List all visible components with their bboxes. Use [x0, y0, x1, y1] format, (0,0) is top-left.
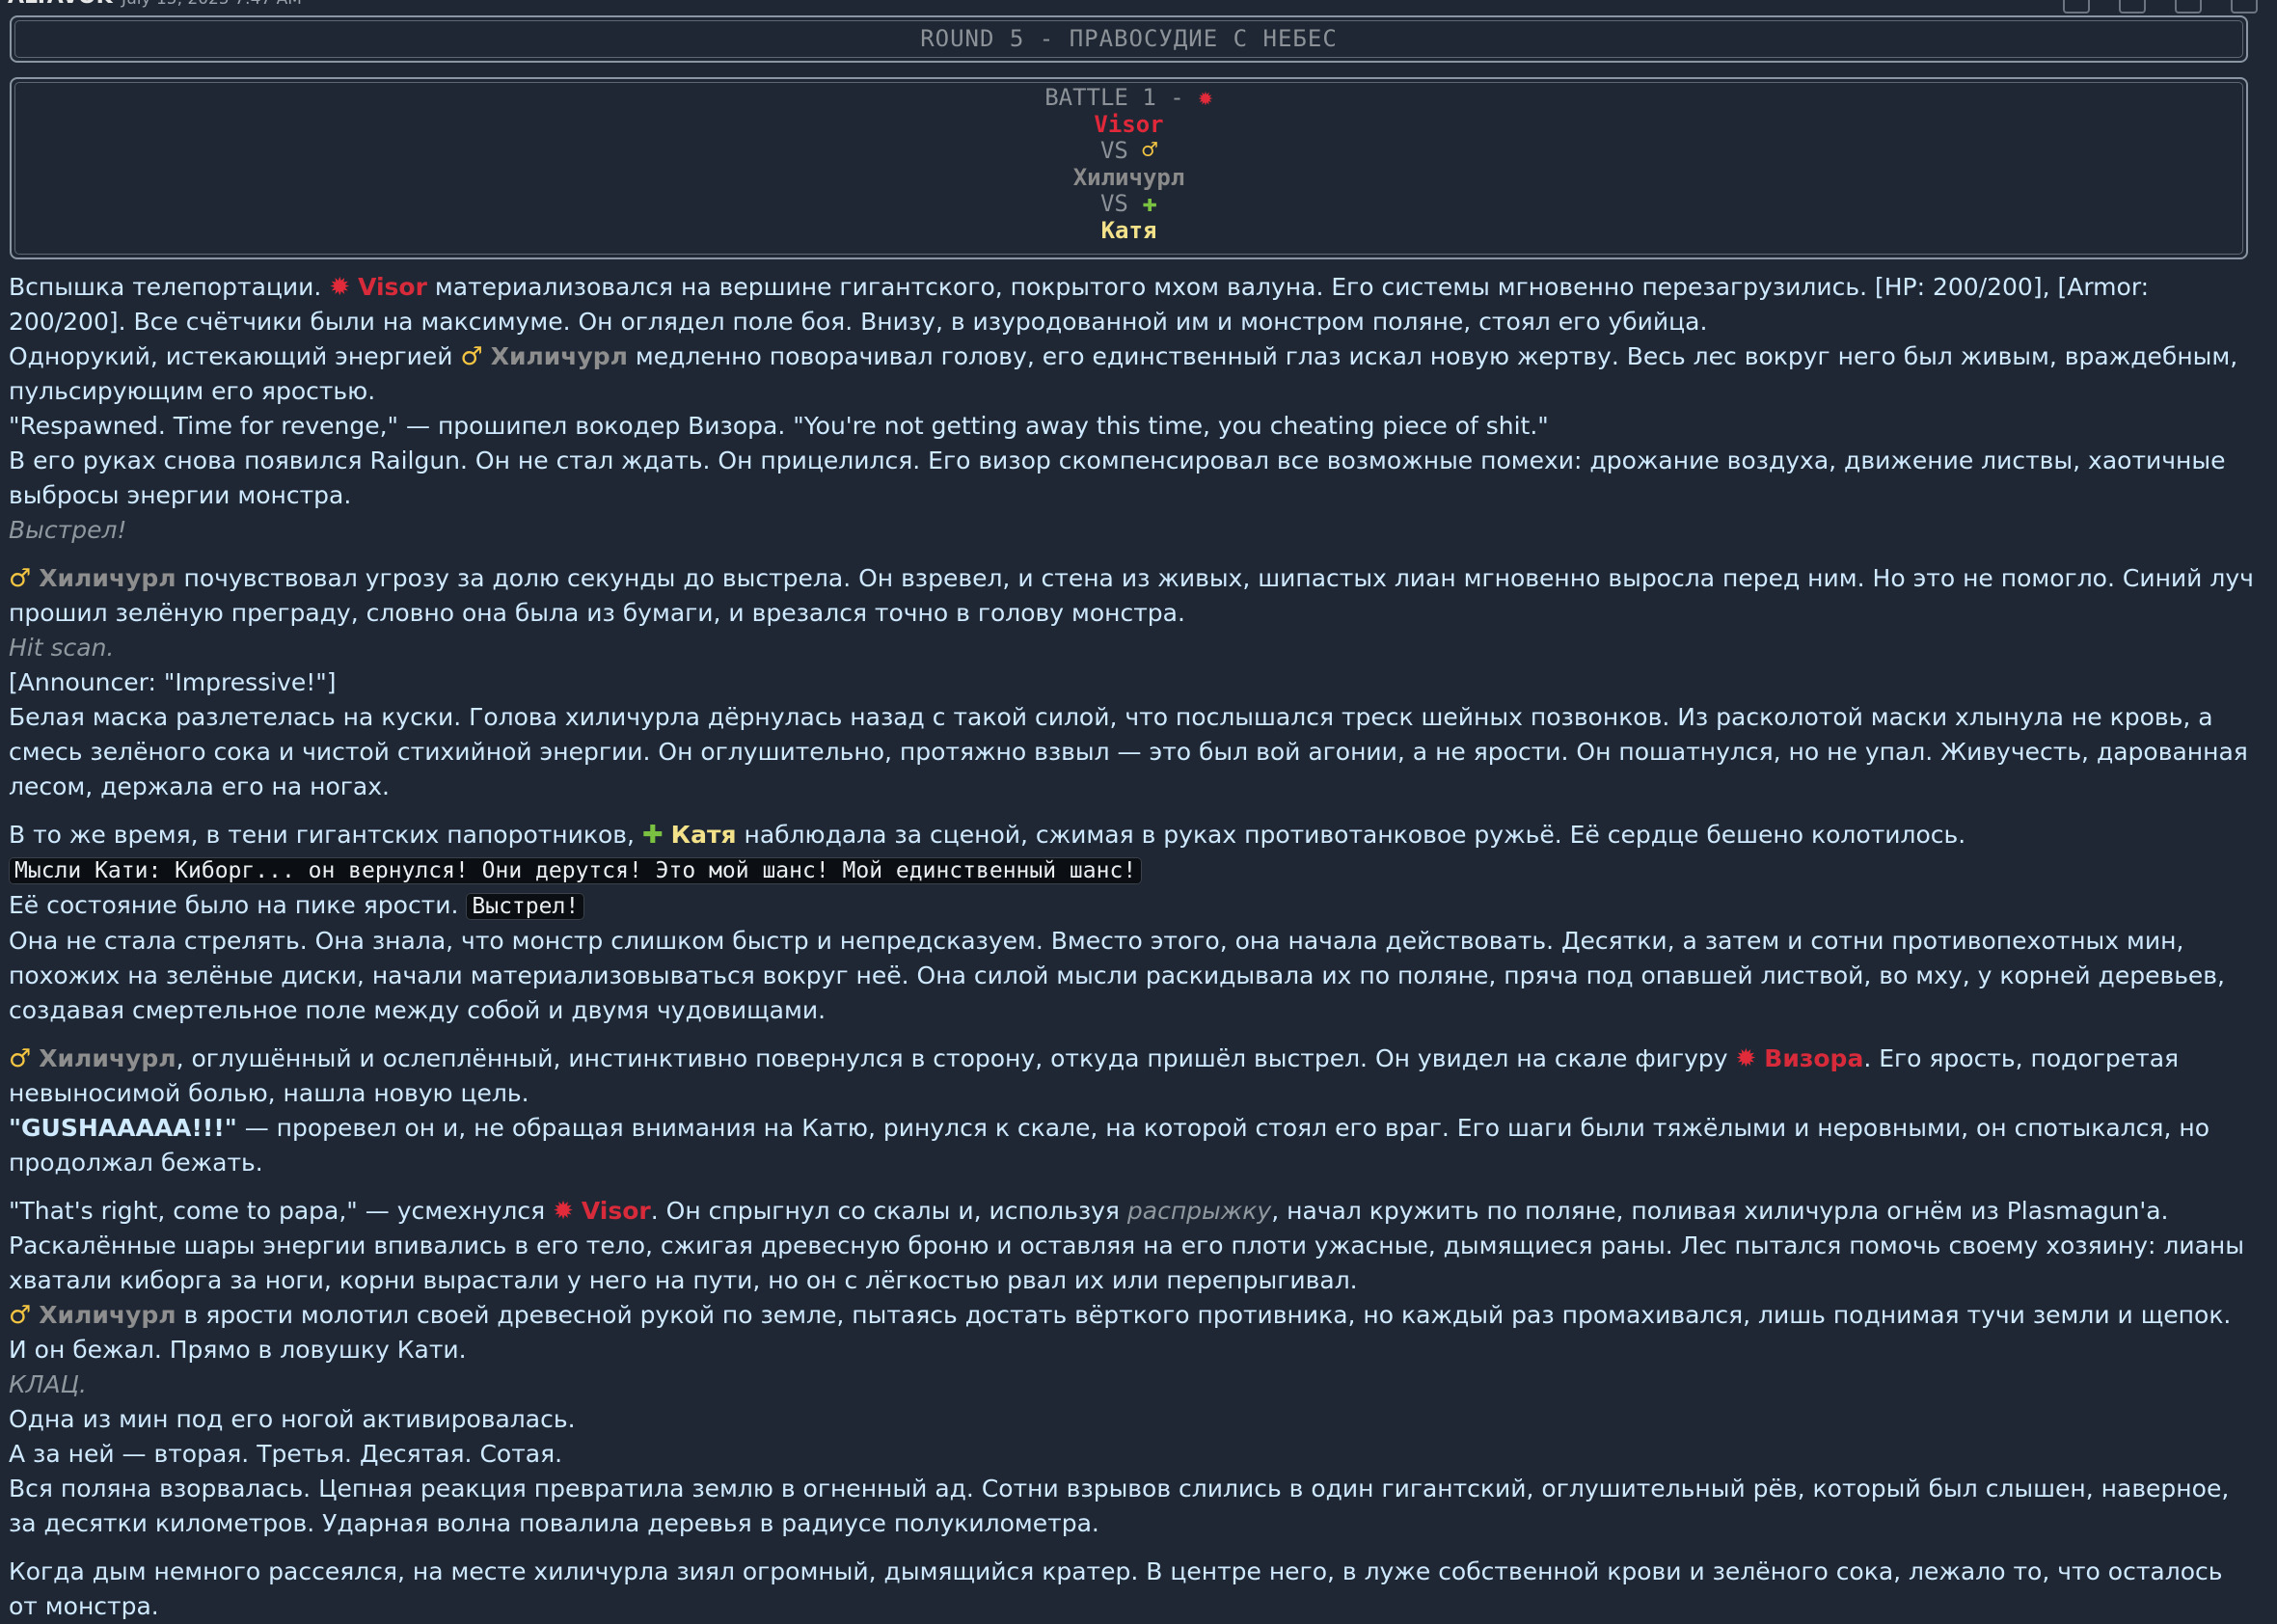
timestamp: July 15, 2025 7:47 AM [122, 0, 302, 14]
mention-hilichurl: Хиличурл [39, 1301, 176, 1329]
mention-hilichurl: Хиличурл [39, 1044, 176, 1072]
story-paragraph: А за ней — вторая. Третья. Десятая. Сота… [9, 1440, 563, 1468]
story-content: Вспышка телепортации. ✹ Visor материализ… [9, 270, 2256, 1624]
add-reaction-icon[interactable] [2063, 0, 2090, 14]
story-paragraph: [Announcer: "Impressive!"] [9, 668, 337, 696]
red-spark-icon: ✹ [329, 273, 351, 302]
male-sign-icon: ♂ [9, 1301, 32, 1330]
story-paragraph: ♂ Хиличурл почувствовал угрозу за долю с… [9, 564, 2254, 627]
message-header: ALTAVOK July 15, 2025 7:47 AM [0, 0, 2277, 14]
story-paragraph: В то же время, в тени гигантских папорот… [9, 821, 1966, 850]
mention-visor: Визора [1764, 1044, 1864, 1072]
story-paragraph: Однорукий, истекающий энергией ♂ Хиличур… [9, 342, 2238, 405]
story-italic: КЛАЦ. [9, 1370, 88, 1398]
story-italic: Hit scan. [9, 634, 115, 662]
story-paragraph: Белая маска разлетелась на куски. Голова… [9, 703, 2248, 800]
vs-line-2: VS ✚ [12, 189, 2246, 218]
story-paragraph: "Respawned. Time for revenge," — прошипе… [9, 412, 1549, 440]
author-name[interactable]: ALTAVOK [8, 0, 113, 14]
battle-label-line: BATTLE 1 - ✹ [12, 83, 2246, 112]
red-spark-icon: ✹ [1735, 1044, 1757, 1073]
vs-label: VS [1099, 190, 1128, 217]
inline-code: Выстрел! [466, 893, 585, 920]
story-paragraph: Вспышка телепортации. ✹ Visor материализ… [9, 273, 2150, 336]
reply-icon[interactable] [2175, 0, 2202, 14]
vs-line-1: VS ♂ [12, 136, 2246, 165]
water-gun-icon: ✚ [641, 821, 664, 850]
mention-katya: Катя [670, 821, 737, 849]
mention-hilichurl: Хиличурл [39, 564, 176, 592]
story-paragraph: Вся поляна взорвалась. Цепная реакция пр… [9, 1475, 2230, 1537]
water-gun-icon: ✚ [1142, 189, 1157, 218]
inline-code: Мысли Кати: Киборг... он вернулся! Они д… [9, 857, 1143, 884]
story-paragraph: Одна из мин под его ногой активировалась… [9, 1405, 576, 1433]
story-paragraph: И он бежал. Прямо в ловушку Кати. [9, 1336, 467, 1364]
round-title-box: ROUND 5 - ПРАВОСУДИЕ С НЕБЕС [10, 15, 2248, 63]
fighter-katya: Катя [1100, 216, 1157, 244]
mention-visor: Visor [358, 273, 427, 301]
battle-label: BATTLE 1 - [1044, 84, 1184, 111]
battle-box: BATTLE 1 - ✹ Visor VS ♂ Хиличурл VS ✚ Ка… [10, 77, 2248, 259]
male-sign-icon: ♂ [460, 342, 483, 371]
vs-label: VS [1099, 137, 1128, 164]
round-title: ROUND 5 - ПРАВОСУДИЕ С НЕБЕС [920, 25, 1338, 52]
male-sign-icon: ♂ [1142, 136, 1157, 165]
mention-visor: Visor [581, 1197, 651, 1225]
edit-icon[interactable] [2119, 0, 2146, 14]
more-options-icon[interactable] [2231, 0, 2258, 14]
mention-hilichurl: Хиличурл [490, 342, 628, 370]
fighter-visor: Visor [1094, 110, 1164, 138]
story-paragraph: Она не стала стрелять. Она знала, что мо… [9, 927, 2225, 1024]
story-paragraph: "GUSHAAAAA!!!" — проревел он и, не обращ… [9, 1114, 2210, 1177]
message-actions [2063, 0, 2258, 14]
male-sign-icon: ♂ [9, 1044, 32, 1073]
story-paragraph: ♂ Хиличурл, оглушённый и ослеплённый, ин… [9, 1044, 2180, 1107]
red-spark-icon: ✹ [553, 1197, 574, 1226]
story-paragraph: Когда дым немного рассеялся, на месте хи… [9, 1557, 2223, 1620]
story-paragraph: Её состояние было на пике ярости. Выстре… [9, 888, 2256, 924]
story-paragraph: "That's right, come to papa," — усмехнул… [9, 1197, 2245, 1294]
fighter-hilichurl: Хиличурл [1072, 163, 1185, 191]
story-paragraph: В его руках снова появился Railgun. Он н… [9, 447, 2226, 509]
story-italic: Выстрел! [9, 516, 127, 544]
red-spark-icon: ✹ [1198, 83, 1213, 112]
story-paragraph: ♂ Хиличурл в ярости молотил своей древес… [9, 1301, 2232, 1330]
story-paragraph: Мысли Кати: Киборг... он вернулся! Они д… [9, 853, 2256, 888]
male-sign-icon: ♂ [9, 564, 32, 593]
